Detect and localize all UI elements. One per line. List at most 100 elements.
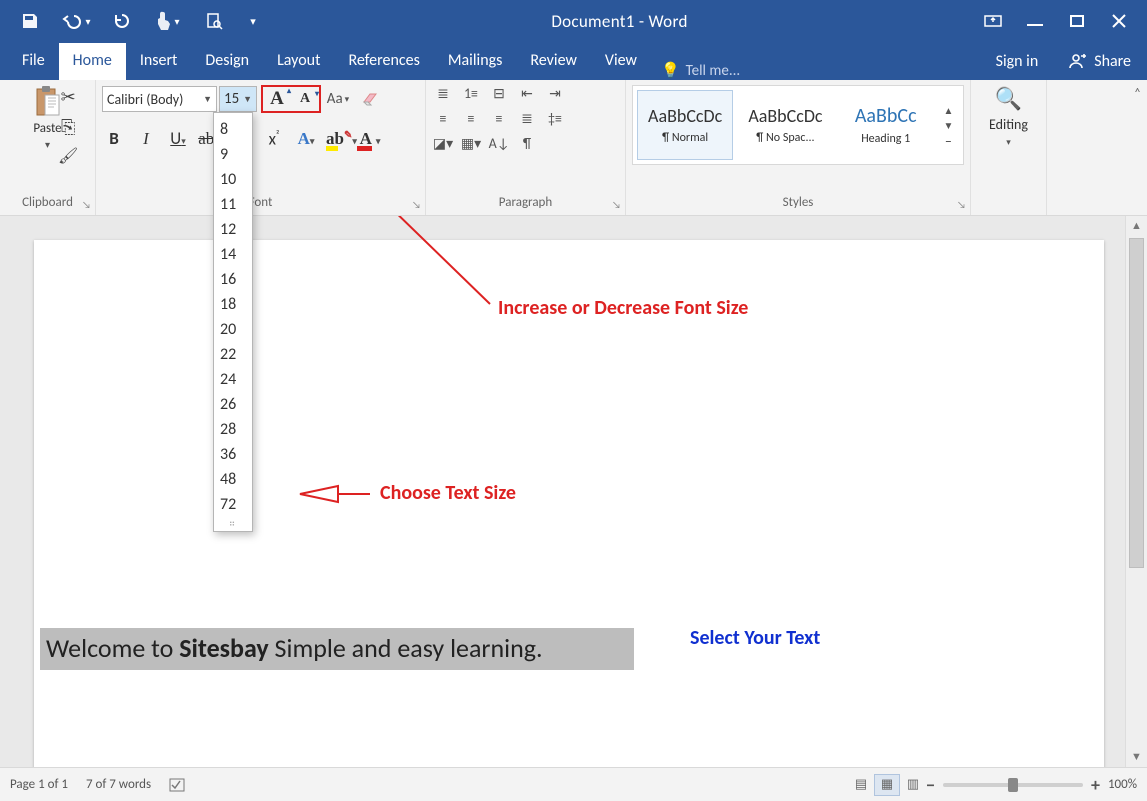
tab-insert[interactable]: Insert	[126, 43, 192, 80]
scroll-thumb[interactable]	[1129, 238, 1144, 568]
font-size-option[interactable]: 72	[214, 492, 252, 517]
font-size-option[interactable]: 48	[214, 467, 252, 492]
superscript-button[interactable]: x²	[262, 128, 286, 150]
qat-customize-button[interactable]: ▾	[242, 3, 264, 39]
doc-text-bold: Sitesbay	[179, 632, 268, 664]
qat-repeat-button[interactable]	[104, 3, 140, 39]
font-size-option[interactable]: 18	[214, 292, 252, 317]
font-size-option[interactable]: 24	[214, 367, 252, 392]
font-size-combo[interactable]: 15 ▼	[219, 86, 257, 112]
zoom-out-button[interactable]: −	[926, 774, 935, 796]
cut-button[interactable]: ✂	[61, 86, 76, 108]
style-item[interactable]: AaBbCcHeading 1	[838, 90, 934, 160]
increase-indent-button[interactable]: ⇥	[544, 85, 566, 102]
selected-text[interactable]: Welcome to Sitesbay Simple and easy lear…	[40, 628, 634, 670]
paragraph-launcher[interactable]: ↘	[612, 198, 621, 211]
font-size-option[interactable]: 10	[214, 167, 252, 192]
tab-file[interactable]: File	[8, 43, 59, 80]
tab-view[interactable]: View	[591, 43, 651, 80]
align-right-button[interactable]: ≡	[488, 110, 510, 127]
qat-print-preview-button[interactable]	[196, 3, 232, 39]
tab-layout[interactable]: Layout	[263, 43, 334, 80]
qat-undo-button[interactable]: ▾	[58, 3, 94, 39]
style-item[interactable]: AaBbCcDc¶ No Spac...	[737, 90, 833, 160]
font-size-option[interactable]: 36	[214, 442, 252, 467]
font-launcher[interactable]: ↘	[412, 198, 421, 211]
font-size-dropdown[interactable]: 891011121416182022242628364872⠶	[213, 112, 253, 532]
text-effects-button[interactable]: A▾	[294, 129, 318, 149]
numbering-button[interactable]: 1≡	[460, 85, 482, 102]
view-print-layout[interactable]: ▦	[874, 774, 900, 796]
font-size-option[interactable]: 8	[214, 117, 252, 142]
qat-save-button[interactable]	[12, 3, 48, 39]
tab-design[interactable]: Design	[191, 43, 263, 80]
bullets-button[interactable]: ≣	[432, 85, 454, 102]
clear-formatting-button[interactable]	[355, 86, 385, 112]
share-button[interactable]: Share	[1052, 42, 1147, 80]
zoom-in-button[interactable]: +	[1091, 774, 1100, 796]
tab-references[interactable]: References	[334, 43, 433, 80]
shading-button[interactable]: ◪▾	[432, 135, 454, 152]
font-size-option[interactable]: 12	[214, 217, 252, 242]
zoom-slider[interactable]	[943, 783, 1083, 787]
increase-font-size-button[interactable]: A▴	[265, 88, 289, 110]
style-item[interactable]: AaBbCcDc¶ Normal	[637, 90, 733, 160]
styles-launcher[interactable]: ↘	[957, 198, 966, 211]
highlight-color-button[interactable]: ab✎▾	[326, 129, 350, 149]
sign-in-link[interactable]: Sign in	[982, 42, 1053, 80]
status-proofing[interactable]	[169, 777, 189, 793]
font-size-option[interactable]: 16	[214, 267, 252, 292]
multilevel-list-button[interactable]: ⊟	[488, 85, 510, 102]
font-size-option[interactable]: 9	[214, 142, 252, 167]
copy-button[interactable]: ⎘	[61, 116, 75, 138]
font-size-option[interactable]: 20	[214, 317, 252, 342]
tell-me-search[interactable]: 💡 Tell me...	[651, 61, 750, 80]
zoom-level[interactable]: 100%	[1108, 777, 1137, 792]
status-words[interactable]: 7 of 7 words	[86, 777, 151, 792]
line-spacing-button[interactable]: ‡≡	[544, 110, 566, 127]
collapse-ribbon-button[interactable]: ˄	[1134, 86, 1141, 101]
ribbon-display-options-button[interactable]	[975, 3, 1011, 39]
tab-review[interactable]: Review	[516, 43, 591, 80]
font-size-option[interactable]: 26	[214, 392, 252, 417]
document-area[interactable]: Welcome to Sitesbay Simple and easy lear…	[0, 216, 1125, 767]
style-gallery[interactable]: AaBbCcDc¶ NormalAaBbCcDc¶ No Spac...AaBb…	[632, 85, 964, 165]
font-color-button[interactable]: A▾	[358, 129, 382, 149]
font-size-option[interactable]: 22	[214, 342, 252, 367]
qat-touch-mode-button[interactable]: ▾	[150, 3, 186, 39]
align-center-button[interactable]: ≡	[460, 110, 482, 127]
vertical-scrollbar[interactable]: ▲ ▼	[1125, 216, 1147, 767]
scroll-down-button[interactable]: ▼	[1126, 747, 1147, 767]
font-size-option[interactable]: 28	[214, 417, 252, 442]
tab-home[interactable]: Home	[59, 43, 126, 80]
decrease-indent-button[interactable]: ⇤	[516, 85, 538, 102]
borders-button[interactable]: ▦▾	[460, 135, 482, 152]
sort-button[interactable]: A↓	[488, 135, 510, 152]
format-painter-button[interactable]: 🖌	[58, 146, 78, 166]
change-case-button[interactable]: Aa▾	[323, 86, 353, 112]
justify-button[interactable]: ≣	[516, 110, 538, 127]
italic-button[interactable]: I	[134, 129, 158, 149]
share-person-icon	[1068, 51, 1088, 71]
maximize-button[interactable]	[1059, 3, 1095, 39]
styles-more-button[interactable]: ▲▼⎯	[938, 104, 959, 147]
status-page[interactable]: Page 1 of 1	[10, 777, 68, 792]
document-page[interactable]: Welcome to Sitesbay Simple and easy lear…	[34, 240, 1104, 767]
scroll-up-button[interactable]: ▲	[1126, 216, 1147, 236]
align-left-button[interactable]: ≡	[432, 110, 454, 127]
view-read-mode[interactable]: ▤	[848, 774, 874, 796]
view-web-layout[interactable]: ▥	[900, 774, 926, 796]
underline-button[interactable]: U▾	[166, 128, 190, 149]
doc-text-pre: Welcome to	[46, 632, 179, 664]
decrease-font-size-button[interactable]: A▾	[293, 91, 317, 107]
bold-button[interactable]: B	[102, 128, 126, 149]
show-marks-button[interactable]: ¶	[516, 135, 538, 152]
font-size-option[interactable]: 11	[214, 192, 252, 217]
minimize-button[interactable]	[1017, 3, 1053, 39]
editing-menu[interactable]: 🔍 Editing ▾	[977, 85, 1040, 148]
tab-mailings[interactable]: Mailings	[434, 43, 517, 80]
clipboard-launcher[interactable]: ↘	[82, 198, 91, 211]
font-name-combo[interactable]: Calibri (Body) ▼	[102, 86, 217, 112]
font-size-option[interactable]: 14	[214, 242, 252, 267]
close-button[interactable]	[1101, 3, 1137, 39]
